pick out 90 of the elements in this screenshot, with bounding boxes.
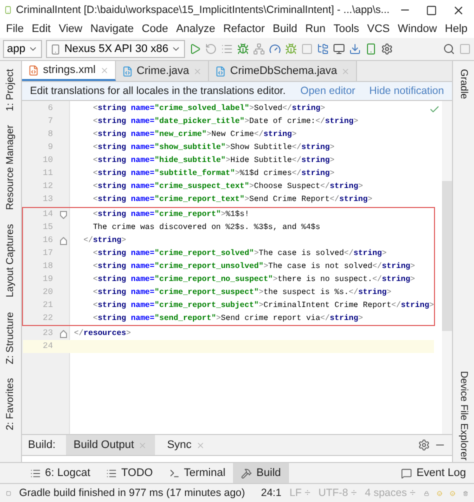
- menu-item[interactable]: Run: [301, 23, 330, 35]
- device-dropdown[interactable]: Nexus 5X API 30 x86: [46, 40, 186, 58]
- class-file-icon: [122, 66, 133, 76]
- panel-label: Build:: [28, 439, 56, 451]
- line-number: 21: [42, 299, 54, 312]
- check-icon: [429, 104, 440, 115]
- close-tab-icon[interactable]: [196, 440, 205, 450]
- tool-window-tab[interactable]: 1: Project: [5, 67, 16, 114]
- panel-tab[interactable]: Build Output: [66, 435, 156, 455]
- list-icon: [106, 468, 118, 478]
- line-number: 17: [42, 247, 54, 260]
- tool-window-tab[interactable]: Resource Manager: [5, 123, 16, 212]
- fold-icon[interactable]: [60, 236, 66, 244]
- notification-link[interactable]: Open editor: [300, 85, 356, 97]
- stop-icon[interactable]: [301, 43, 314, 55]
- menu-item[interactable]: VCS: [363, 23, 394, 35]
- scrollbar-thumb[interactable]: [442, 181, 452, 331]
- fold-icon[interactable]: [60, 210, 66, 218]
- maximize-icon[interactable]: [426, 4, 438, 16]
- line-number: 12: [42, 180, 54, 193]
- status-message: Gradle build finished in 977 ms (17 minutes ago): [19, 487, 245, 499]
- device-icon[interactable]: [365, 43, 378, 55]
- line-number: 24: [42, 340, 54, 353]
- hammer-icon: [241, 468, 252, 478]
- tool-window-tab[interactable]: Z: Structure: [5, 310, 16, 366]
- line-number: 11: [42, 167, 54, 180]
- menu-item[interactable]: Build: [268, 23, 302, 35]
- close-tab-icon[interactable]: [100, 66, 109, 74]
- module-dropdown[interactable]: app: [3, 40, 42, 58]
- menu-item[interactable]: Window: [394, 23, 441, 35]
- close-icon[interactable]: [452, 4, 466, 16]
- code-editor[interactable]: [22, 101, 452, 434]
- profiler-icon[interactable]: [269, 43, 282, 55]
- line-number: 15: [42, 221, 54, 234]
- line-number: 8: [46, 128, 54, 141]
- menu-item[interactable]: Code: [138, 23, 172, 35]
- line-number: 9: [46, 141, 54, 154]
- line-number: 20: [42, 286, 54, 299]
- event-log-button[interactable]: Event Log: [393, 463, 474, 483]
- tool-window-button[interactable]: TODO: [98, 463, 161, 483]
- line-number: 22: [42, 312, 54, 325]
- fold-icon[interactable]: [60, 330, 66, 338]
- debug-icon[interactable]: [237, 43, 250, 55]
- line-number: 14: [42, 208, 54, 221]
- line-number: 13: [42, 193, 54, 206]
- tool-window-button[interactable]: 6: Logcat: [22, 463, 98, 483]
- tool-window-tab[interactable]: Device File Explorer: [458, 368, 469, 462]
- menu-item[interactable]: Tools: [329, 23, 364, 35]
- rerun-icon[interactable]: [205, 43, 218, 55]
- class-file-icon: [215, 66, 226, 76]
- line-number: 7: [46, 115, 54, 128]
- account-icon[interactable]: [459, 43, 471, 55]
- menu-item[interactable]: Refactor: [219, 23, 269, 35]
- editor-tab[interactable]: CrimeDbSchema.java: [209, 61, 358, 81]
- menu-item[interactable]: View: [54, 23, 86, 35]
- app-logo-icon: [4, 4, 12, 16]
- phone-icon: [50, 44, 62, 54]
- close-tab-icon[interactable]: [341, 66, 350, 76]
- close-tab-icon[interactable]: [193, 66, 202, 76]
- panel-tab[interactable]: Sync: [159, 435, 213, 455]
- notification-text: Edit translations for all locales in the translations editor.: [30, 85, 286, 97]
- xml-file-icon: [28, 64, 39, 76]
- speech-bubble-icon: [401, 468, 412, 478]
- line-number: 18: [42, 260, 54, 273]
- menu-item[interactable]: File: [2, 23, 28, 35]
- search-icon[interactable]: [443, 43, 455, 55]
- gear-icon[interactable]: [381, 43, 394, 55]
- run-icon[interactable]: [189, 43, 202, 55]
- menu-item[interactable]: Analyze: [172, 23, 220, 35]
- caret-position[interactable]: 24:1: [261, 487, 282, 499]
- window-title: CriminalIntent [D:\baidu\workspace\15_ImplicitIntents\CriminalIntent] - ...\app\s...: [16, 4, 390, 16]
- line-number: 19: [42, 273, 54, 286]
- line-number: 16: [42, 234, 54, 247]
- tool-window-button[interactable]: Build: [233, 463, 289, 483]
- tool-window-tab[interactable]: Gradle: [458, 67, 469, 102]
- line-number: 10: [42, 154, 54, 167]
- tool-window-button[interactable]: Terminal: [160, 463, 234, 483]
- menu-item[interactable]: Navigate: [86, 23, 138, 35]
- terminal-icon: [168, 468, 180, 478]
- project-structure-icon[interactable]: [317, 43, 330, 55]
- menu-item[interactable]: Edit: [28, 23, 55, 35]
- line-number: 23: [42, 327, 54, 340]
- notification-link[interactable]: Hide notification: [369, 85, 444, 97]
- tool-window-tab[interactable]: 2: Favorites: [5, 376, 16, 432]
- menu-item[interactable]: Help: [440, 23, 472, 35]
- editor-tab[interactable]: Crime.java: [116, 61, 210, 81]
- editor-tab[interactable]: strings.xml: [22, 61, 116, 81]
- tool-window-tab[interactable]: Layout Captures: [5, 222, 16, 300]
- settings-icon[interactable]: [418, 439, 430, 451]
- line-number: 6: [46, 102, 54, 115]
